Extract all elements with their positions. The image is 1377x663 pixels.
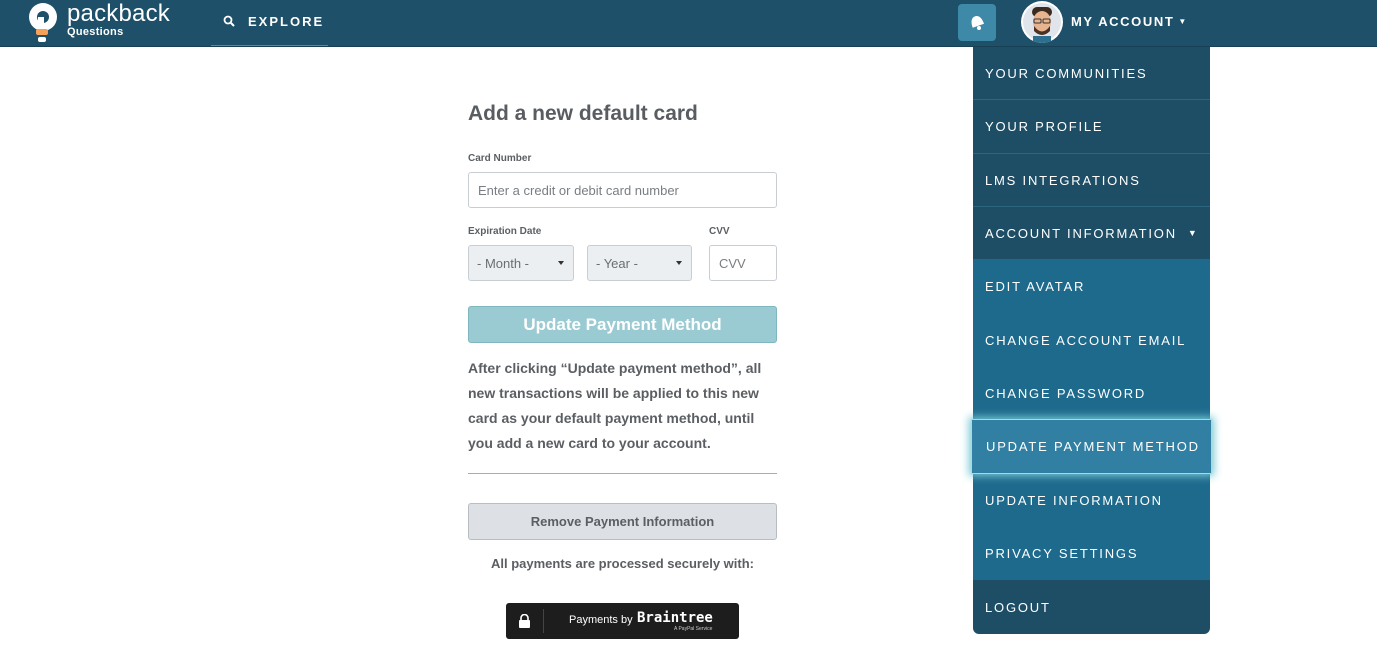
cvv-label: CVV <box>709 226 730 237</box>
braintree-badge[interactable]: Payments by Braintree A PayPal Service <box>506 603 739 639</box>
update-info-paragraph: After clicking “Update payment method”, … <box>468 360 762 451</box>
logo-subtitle: Questions <box>67 26 124 38</box>
menu-item-label: LOGOUT <box>985 599 1051 615</box>
menu-item-label: PRIVACY SETTINGS <box>985 546 1139 561</box>
menu-item-logout[interactable]: LOGOUT <box>973 580 1210 634</box>
badge-separator <box>543 609 544 633</box>
menu-item-label: UPDATE INFORMATION <box>985 492 1163 508</box>
top-navigation-bar: packback Questions EXPLORE MY ACCOUNT ▼ <box>0 0 1377 47</box>
menu-item-your-communities[interactable]: YOUR COMMUNITIES <box>973 47 1210 100</box>
avatar[interactable] <box>1021 1 1063 43</box>
update-payment-method-button[interactable]: Update Payment Method <box>468 306 777 343</box>
braintree-wordmark: Braintree <box>637 610 713 626</box>
menu-item-label: UPDATE PAYMENT METHOD <box>986 439 1200 454</box>
menu-item-update-payment-method[interactable]: UPDATE PAYMENT METHOD <box>971 419 1212 474</box>
caret-down-icon: ▼ <box>1178 17 1188 26</box>
menu-item-update-information[interactable]: UPDATE INFORMATION <box>973 473 1210 527</box>
page-title: Add a new default card <box>468 102 698 125</box>
menu-item-label: YOUR PROFILE <box>985 119 1104 134</box>
user-avatar-icon <box>1023 3 1061 43</box>
menu-item-label: YOUR COMMUNITIES <box>985 65 1148 81</box>
menu-item-label: CHANGE ACCOUNT EMAIL <box>985 332 1187 348</box>
expiration-date-label: Expiration Date <box>468 226 542 237</box>
card-number-input[interactable]: Enter a credit or debit card number <box>468 172 777 208</box>
remove-payment-information-button[interactable]: Remove Payment Information <box>468 503 777 540</box>
menu-item-your-profile[interactable]: YOUR PROFILE <box>973 100 1210 154</box>
menu-item-lms-integrations[interactable]: LMS INTEGRATIONS <box>973 154 1210 207</box>
menu-item-change-password[interactable]: CHANGE PASSWORD <box>973 367 1210 420</box>
lightbulb-logo-icon <box>29 3 57 42</box>
secure-payments-text: All payments are processed securely with… <box>491 556 754 571</box>
account-dropdown-menu: YOUR COMMUNITIES YOUR PROFILE LMS INTEGR… <box>971 47 1212 634</box>
notifications-button[interactable] <box>958 4 996 41</box>
paypal-service-text: A PayPal Service <box>674 626 713 632</box>
menu-item-edit-avatar[interactable]: EDIT AVATAR <box>973 259 1210 313</box>
menu-item-label: CHANGE PASSWORD <box>985 386 1147 401</box>
month-value: - Month - <box>477 255 530 271</box>
dropdown-arrow-icon <box>558 261 564 265</box>
bell-icon <box>971 16 985 30</box>
explore-nav-link[interactable]: EXPLORE <box>211 0 328 46</box>
menu-item-change-account-email[interactable]: CHANGE ACCOUNT EMAIL <box>973 313 1210 367</box>
cvv-input[interactable]: CVV <box>709 245 777 281</box>
menu-item-account-information[interactable]: ACCOUNT INFORMATION ▼ <box>973 207 1210 259</box>
search-icon <box>223 15 235 27</box>
menu-item-label: ACCOUNT INFORMATION <box>985 225 1177 241</box>
my-account-dropdown[interactable]: MY ACCOUNT ▼ <box>1071 14 1188 29</box>
expiration-month-select[interactable]: - Month - <box>468 245 574 281</box>
payments-by-text: Payments by <box>569 614 633 626</box>
logo-wordmark: packback <box>67 0 170 27</box>
dropdown-arrow-icon <box>676 261 682 265</box>
my-account-label: MY ACCOUNT <box>1071 14 1175 29</box>
menu-item-label: EDIT AVATAR <box>985 278 1086 294</box>
expiration-year-select[interactable]: - Year - <box>587 245 692 281</box>
packback-logo[interactable]: packback Questions <box>24 0 194 46</box>
explore-label: EXPLORE <box>248 14 325 29</box>
caret-down-icon: ▼ <box>1187 228 1199 238</box>
year-value: - Year - <box>596 255 638 271</box>
menu-item-privacy-settings[interactable]: PRIVACY SETTINGS <box>973 527 1210 580</box>
divider <box>468 473 777 474</box>
menu-item-label: LMS INTEGRATIONS <box>985 172 1141 188</box>
card-number-label: Card Number <box>468 153 532 164</box>
lock-icon <box>519 614 530 628</box>
